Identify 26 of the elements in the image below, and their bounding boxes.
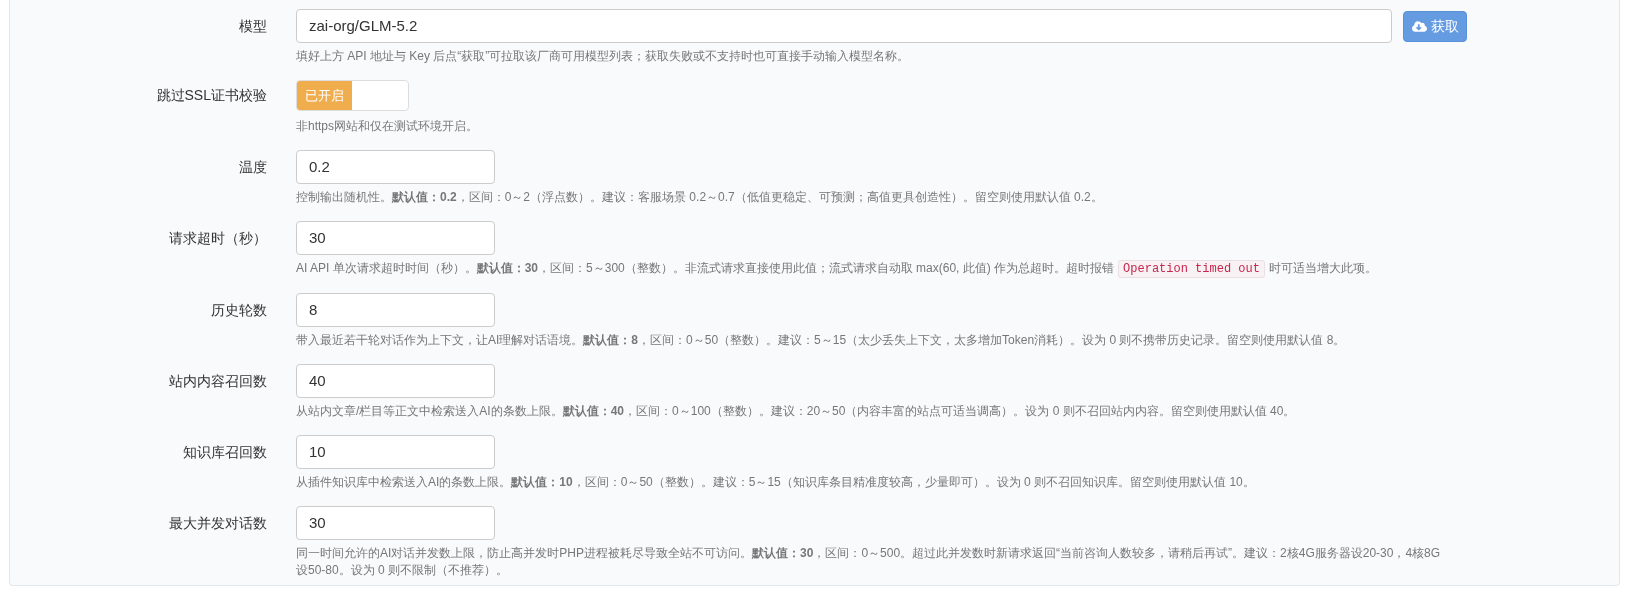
number-field[interactable]: 40 (296, 364, 495, 398)
field-label: 站内内容召回数 (169, 371, 267, 391)
help-text: 填好上方 API 地址与 Key 后点“获取”可拉取该厂商可用模型列表；获取失败或不支持时也可直接手动输入模型名称。 (296, 49, 910, 63)
help-text: 同一时间允许的AI对话并发数上限，防止高并发时PHP进程被耗尽导致全站不可访问。默认值：30，区间：0～500。超过此并发数时新请求返回“当前咨询人数较多，请稍后再试”。建议：2核4G服务器设20-30，4核8G设50-80。设为 0 则不限制（不推荐）。 (296, 546, 1441, 577)
field-label: 历史轮数 (211, 300, 267, 320)
help-text: 从站内文章/栏目等正文中检索送入AI的条数上限。默认值：40，区间：0～100（整数）。建议：20～50（内容丰富的站点可适当调高）。设为 0 则不召回站内内容。留空则使用默认值 40。 (296, 404, 1296, 418)
help-text: 控制输出随机性。默认值：0.2，区间：0～2（浮点数）。建议：客服场景 0.2～0.7（低值更稳定、可预测；高值更具创造性）。留空则使用默认值 0.2。 (296, 190, 1103, 204)
field-label: 模型 (239, 16, 267, 36)
field-label: 温度 (239, 157, 267, 177)
text-field[interactable]: zai-org/GLM-5.2 (296, 9, 1392, 43)
number-field[interactable]: 8 (296, 293, 495, 327)
help-text: AI API 单次请求超时时间（秒）。默认值：30，区间：5～300（整数）。非流式请求直接使用此值；流式请求自动取 max(60, 此值) 作为总超时。超时报错 (296, 261, 1115, 275)
cloud-download-icon (1411, 19, 1427, 33)
help-text: 从插件知识库中检索送入AI的条数上限。默认值：10，区间：0～50（整数）。建议：5～15（知识库条目精准度较高，少量即可）。设为 0 则不召回知识库。留空则使用默认值 10。 (296, 475, 1255, 489)
number-field[interactable]: 10 (296, 435, 495, 469)
number-field[interactable]: 30 (296, 506, 495, 540)
number-field[interactable]: 30 (296, 221, 495, 255)
help-text: 时可适当增大此项。 (1268, 261, 1377, 275)
field-label: 跳过SSL证书校验 (156, 86, 267, 105)
field-label: 最大并发对话数 (169, 513, 267, 533)
help-text: 带入最近若干轮对话作为上下文，让AI理解对话语境。默认值：8，区间：0～50（整数）。建议：5～15（太少丢失上下文，太多增加Token消耗）。设为 0 则不携带历史记录。留空则使用默认值 8。 (296, 333, 1346, 347)
field-label: 知识库召回数 (183, 442, 267, 462)
field-label: 请求超时（秒） (169, 228, 267, 248)
help-text: 非https网站和仅在测试环境开启。 (296, 119, 478, 133)
number-field[interactable]: 0.2 (296, 150, 495, 184)
inline-code: Operation timed out (1118, 260, 1265, 278)
